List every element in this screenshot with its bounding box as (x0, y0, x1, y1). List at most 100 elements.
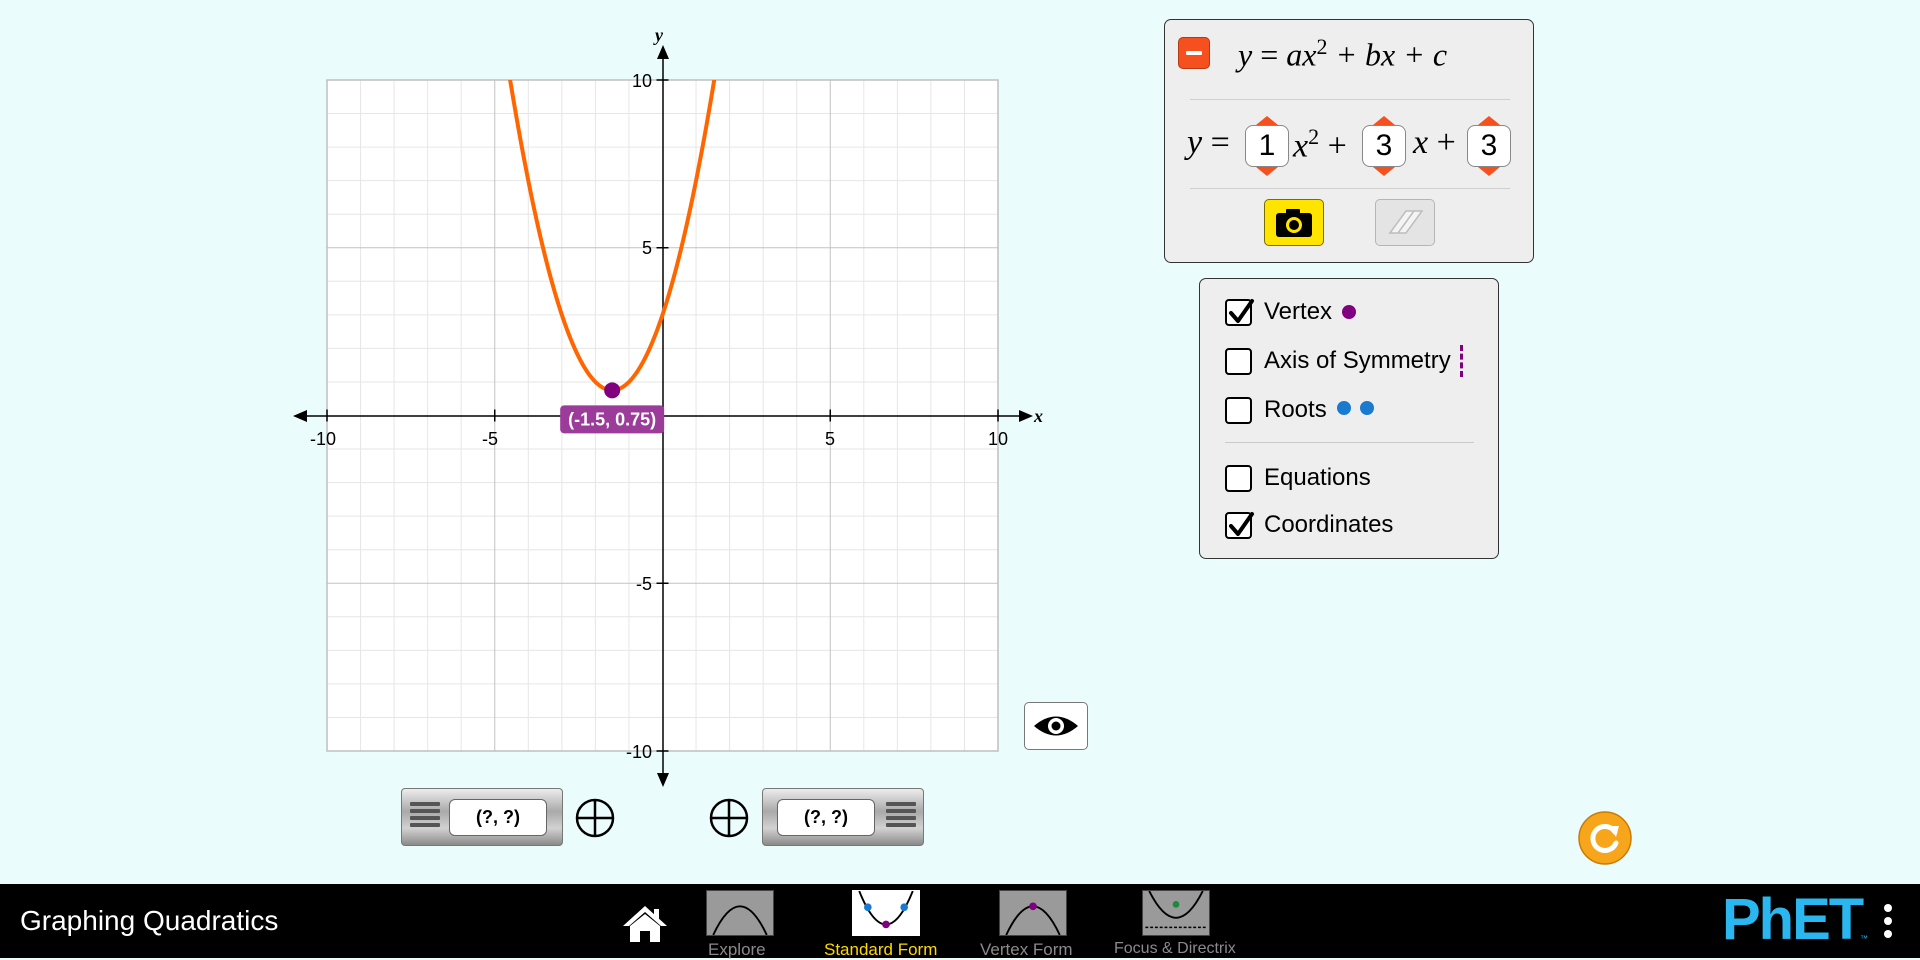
minus-icon (1186, 51, 1202, 55)
y-axis-arrow-top (657, 45, 669, 59)
grip-icon (410, 802, 440, 834)
tab-vertex-form[interactable]: Vertex Form (978, 886, 1088, 959)
a-value: 1 (1245, 125, 1289, 167)
y-tick-label: -10 (626, 742, 652, 762)
tab-focus-directrix[interactable]: Focus & Directrix (1114, 886, 1244, 958)
coordinates-checkbox-row[interactable]: Coordinates (1225, 509, 1393, 541)
c-increment-arrow[interactable] (1478, 116, 1500, 125)
graph-contents-panel: Vertex Axis of Symmetry Roots Equations … (1199, 278, 1499, 559)
c-coefficient-spinner[interactable]: 3 (1467, 116, 1511, 176)
equation-divider (1190, 188, 1510, 189)
b-value: 3 (1362, 125, 1406, 167)
x-axis-arrow-right (1019, 410, 1033, 422)
equations-checkbox[interactable] (1225, 464, 1252, 492)
axis-of-symmetry-label: Axis of Symmetry (1264, 347, 1451, 374)
focus-directrix-thumbnail-icon (1142, 890, 1210, 936)
navigation-bar: Graphing Quadratics Explore Standard For… (0, 884, 1920, 959)
axis-of-symmetry-checkbox[interactable] (1225, 347, 1252, 375)
vertex-dot-icon (1342, 305, 1357, 319)
checkmark-icon (1229, 298, 1254, 323)
equation-panel: y = ax2 + bx + c y = 1 x2 + 3 x + 3 (1164, 19, 1534, 263)
tab-standard-form[interactable]: Standard Form (824, 886, 954, 959)
tab-explore[interactable]: Explore (706, 886, 778, 959)
tab-label: Vertex Form (980, 940, 1073, 959)
x-tick-label: -5 (482, 429, 498, 449)
quadratic-graph: x y -10 -5 5 10 10 5 -5 -10 (-1.5, 0.75) (293, 25, 1043, 787)
eq-x: x (1413, 124, 1429, 161)
x-tick-label: 10 (988, 429, 1008, 449)
roots-label: Roots (1264, 396, 1327, 423)
roots-checkbox-row[interactable]: Roots (1225, 394, 1375, 426)
eq-exponent: 2 (1316, 34, 1328, 59)
right-point-crosshair-icon[interactable] (709, 798, 749, 838)
vertex-checkbox[interactable] (1225, 298, 1254, 326)
tab-label: Standard Form (824, 940, 938, 959)
coordinates-checkbox[interactable] (1225, 511, 1254, 539)
standard-form-thumbnail-icon (852, 890, 920, 936)
y-axis-label: y (653, 25, 664, 45)
b-coefficient-spinner[interactable]: 3 (1362, 116, 1406, 176)
axis-of-symmetry-checkbox-row[interactable]: Axis of Symmetry (1225, 345, 1463, 377)
eq-y: y (1238, 36, 1253, 73)
standard-form-equation: y = ax2 + bx + c (1238, 34, 1447, 74)
x-axis-arrow-left (293, 410, 307, 422)
c-decrement-arrow[interactable] (1478, 167, 1500, 176)
home-button[interactable] (621, 904, 669, 944)
trademark-symbol: ™ (1860, 934, 1868, 943)
equation-divider (1190, 99, 1510, 100)
vertex-point[interactable] (604, 382, 621, 399)
eq-equals: = (1210, 124, 1230, 161)
y-tick-label: -5 (636, 574, 652, 594)
right-point-tool[interactable]: (?, ?) (762, 788, 924, 846)
roots-checkbox[interactable] (1225, 396, 1252, 424)
eq-ax: ax (1286, 36, 1317, 73)
roots-dots-icon (1336, 400, 1375, 420)
toggle-visibility-button[interactable] (1024, 702, 1088, 750)
equations-checkbox-row[interactable]: Equations (1225, 462, 1371, 494)
a-increment-arrow[interactable] (1256, 116, 1278, 125)
y-axis-arrow-bottom (657, 773, 669, 787)
camera-icon (1276, 209, 1312, 237)
grip-icon (886, 802, 916, 834)
a-decrement-arrow[interactable] (1256, 167, 1278, 176)
vertex-coordinates-text: (-1.5, 0.75) (568, 409, 656, 429)
phet-logo[interactable]: PhET (1722, 890, 1864, 950)
a-coefficient-spinner[interactable]: 1 (1245, 116, 1289, 176)
equations-label: Equations (1264, 464, 1371, 491)
y-tick-label: 5 (642, 238, 652, 258)
x-tick-label: 5 (825, 429, 835, 449)
vertex-label: Vertex (1264, 298, 1333, 325)
eq-y: y (1187, 124, 1203, 161)
explore-thumbnail-icon (706, 890, 774, 936)
left-point-tool[interactable]: (?, ?) (401, 788, 563, 846)
b-increment-arrow[interactable] (1373, 116, 1395, 125)
eq-exponent: 2 (1308, 124, 1320, 149)
x-tick-label: -10 (310, 429, 336, 449)
interactive-equation: y = 1 x2 + 3 x + 3 (1165, 116, 1535, 176)
vertex-checkbox-row[interactable]: Vertex (1225, 296, 1357, 328)
eq-plus: + (1436, 124, 1456, 161)
eq-c: + c (1403, 36, 1448, 73)
vertex-coordinates-label: (-1.5, 0.75) (560, 405, 665, 434)
right-point-readout: (?, ?) (777, 799, 875, 836)
collapse-equation-button[interactable] (1178, 37, 1210, 69)
left-point-crosshair-icon[interactable] (575, 798, 615, 838)
save-quadratic-button[interactable] (1264, 199, 1324, 246)
checkmark-icon (1229, 511, 1254, 536)
eye-icon (1034, 716, 1078, 736)
eq-bx: + bx (1335, 36, 1396, 73)
home-icon (623, 906, 667, 942)
y-tick-label: 10 (632, 71, 652, 91)
eq-equals: = (1260, 36, 1279, 73)
c-value: 3 (1467, 125, 1511, 167)
x-axis-label: x (1033, 406, 1043, 426)
eraser-icon (1388, 210, 1424, 234)
reset-all-button[interactable] (1578, 811, 1632, 865)
dashed-line-icon (1459, 345, 1463, 377)
erase-quadratics-button[interactable] (1375, 199, 1435, 246)
left-point-readout: (?, ?) (449, 799, 547, 836)
eq-x-squared: x (1293, 127, 1309, 165)
eq-plus: + (1327, 127, 1347, 165)
menu-kebab-icon[interactable] (1882, 904, 1894, 944)
b-decrement-arrow[interactable] (1373, 167, 1395, 176)
